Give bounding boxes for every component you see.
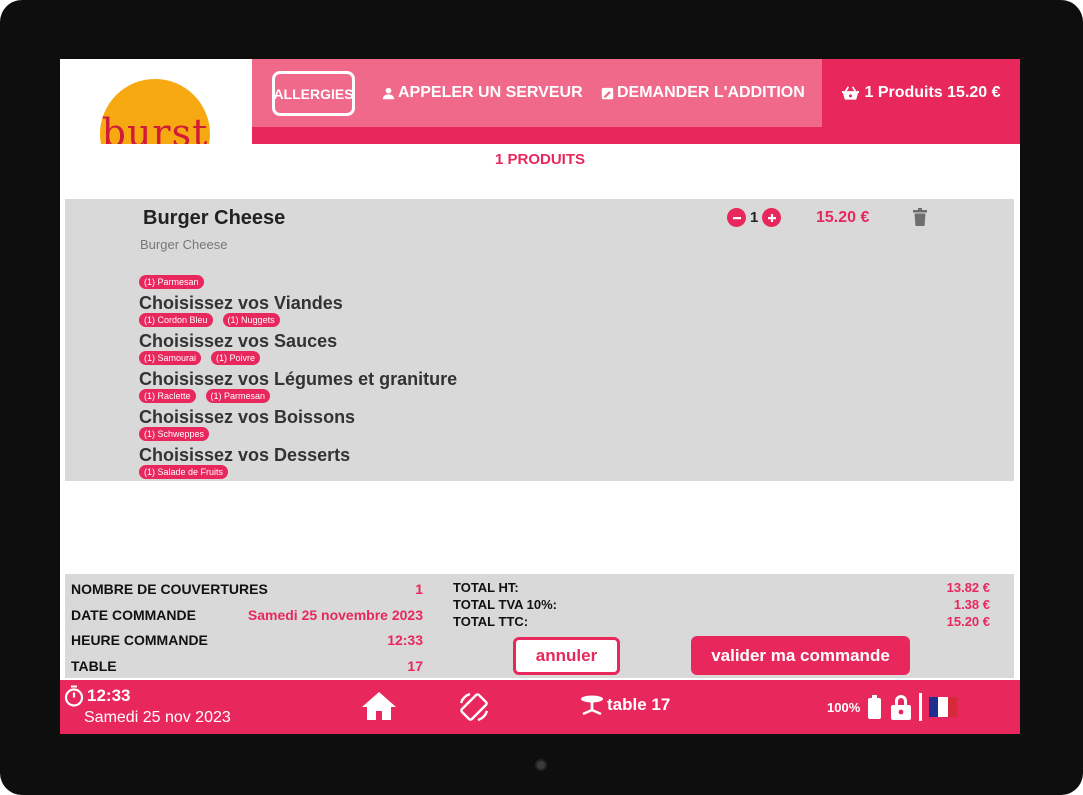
trash-icon[interactable] <box>913 208 927 231</box>
clock: 12:33 <box>64 685 130 707</box>
group-title: Choisissez vos Sauces <box>139 331 338 351</box>
logo-text: burst <box>101 111 209 144</box>
group-title: Choisissez vos Légumes et graniture <box>139 369 458 389</box>
info-row-table: TABLE 17 <box>71 658 423 674</box>
call-waiter-label: APPELER UN SERVEUR <box>398 84 583 101</box>
cart-label: 1 Produits 15.20 € <box>864 84 1001 101</box>
basket-icon <box>842 86 860 100</box>
footer-bar: 12:33 Samedi 25 nov 2023 table 17 100% <box>60 680 1020 734</box>
total-value: 15.20 € <box>946 614 990 629</box>
battery-icon <box>868 695 881 724</box>
option-chip: (1) Salade de Fruits <box>139 465 229 479</box>
group-title: Choisissez vos Viandes <box>139 293 343 313</box>
group-options: (1) Salade de Fruits <box>139 465 457 481</box>
quantity-value: 1 <box>750 209 759 226</box>
option-chip: (1) Raclette <box>139 389 196 403</box>
quantity-stepper: 1 <box>727 208 782 227</box>
info-label: HEURE COMMANDE <box>71 632 208 648</box>
receipt-icon <box>601 87 614 99</box>
group-options: (1) Cordon Bleu (1) Nuggets <box>139 313 457 329</box>
info-value: 1 <box>415 581 423 597</box>
total-ht-row: TOTAL HT: 13.82 € <box>453 580 990 597</box>
cart-summary-button[interactable]: 1 Produits 15.20 € <box>822 59 1020 127</box>
header-subbar <box>252 127 1020 144</box>
info-value: 12:33 <box>387 632 423 648</box>
lock-icon[interactable] <box>890 694 912 725</box>
table-indicator[interactable]: table 17 <box>580 695 670 715</box>
option-chip: (1) Samourai <box>139 351 202 365</box>
cart-item: Burger Cheese Burger Cheese 1 15.20 € (1… <box>65 199 1014 481</box>
person-icon <box>382 87 395 99</box>
group-title: Choisissez vos Boissons <box>139 407 356 427</box>
france-flag-icon[interactable] <box>929 697 957 717</box>
request-bill-button[interactable]: DEMANDER L'ADDITION <box>601 81 805 105</box>
option-chip: (1) Parmesan <box>205 389 271 403</box>
product-name: Burger Cheese <box>143 207 286 229</box>
total-value: 1.38 € <box>953 597 990 612</box>
stopwatch-icon <box>64 685 84 707</box>
total-label: TOTAL TTC: <box>453 614 529 629</box>
info-label: DATE COMMANDE <box>71 607 196 623</box>
option-chip: (1) Nuggets <box>222 313 280 327</box>
info-value: Samedi 25 novembre 2023 <box>247 607 423 623</box>
confirm-order-button[interactable]: valider ma commande <box>691 636 910 675</box>
group-options: (1) Raclette (1) Parmesan <box>139 389 457 405</box>
total-ttc-row: TOTAL TTC: 15.20 € <box>453 614 990 631</box>
total-label: TOTAL TVA 10%: <box>453 597 558 612</box>
total-value: 13.82 € <box>946 580 990 595</box>
logo[interactable]: burst <box>60 59 252 144</box>
home-icon[interactable] <box>361 691 397 726</box>
option-chip: (1) Schweppes <box>139 427 210 441</box>
group-title: Choisissez vos Desserts <box>139 445 351 465</box>
product-price: 15.20 € <box>816 209 870 226</box>
info-label: NOMBRE DE COUVERTURES <box>71 581 268 597</box>
call-waiter-button[interactable]: APPELER UN SERVEUR <box>382 81 583 105</box>
option-chip: (1) Cordon Bleu <box>139 313 213 327</box>
option-chip: (1) Poivre <box>211 351 261 365</box>
minus-icon[interactable] <box>727 208 746 227</box>
table-icon <box>581 695 603 715</box>
info-label: TABLE <box>71 658 117 674</box>
footer-date: Samedi 25 nov 2023 <box>84 709 231 726</box>
product-subtitle: Burger Cheese <box>140 237 228 252</box>
option-chip: (1) Parmesan <box>139 275 204 289</box>
cart-title: 1 PRODUITS <box>494 151 585 168</box>
totals-block: TOTAL HT: 13.82 € TOTAL TVA 10%: 1.38 € … <box>453 580 990 631</box>
info-value: 17 <box>407 658 423 674</box>
group-options: (1) Schweppes <box>139 427 457 443</box>
footer-divider <box>919 693 922 721</box>
app-screen: burst ALLERGIES APPELER UN SERVEUR DEMAN… <box>60 59 1020 734</box>
table-label: table 17 <box>607 695 671 714</box>
total-tva-row: TOTAL TVA 10%: 1.38 € <box>453 597 990 614</box>
cancel-button[interactable]: annuler <box>513 637 620 675</box>
clock-time: 12:33 <box>87 686 131 705</box>
order-summary: NOMBRE DE COUVERTURES 1 DATE COMMANDE Sa… <box>65 574 1014 678</box>
info-row-covers: NOMBRE DE COUVERTURES 1 <box>71 581 423 597</box>
options-list: (1) Parmesan Choisissez vos Viandes (1) … <box>139 275 457 483</box>
allergies-button[interactable]: ALLERGIES <box>272 71 355 116</box>
info-row-time: HEURE COMMANDE 12:33 <box>71 632 423 648</box>
camera-icon <box>535 759 547 771</box>
base-options: (1) Parmesan <box>139 275 457 291</box>
info-row-date: DATE COMMANDE Samedi 25 novembre 2023 <box>71 607 423 623</box>
group-options: (1) Samourai (1) Poivre <box>139 351 457 367</box>
plus-icon[interactable] <box>762 208 782 227</box>
request-bill-label: DEMANDER L'ADDITION <box>617 84 805 101</box>
battery-percentage: 100% <box>827 700 861 715</box>
rotate-icon[interactable] <box>458 691 490 728</box>
total-label: TOTAL HT: <box>453 580 519 595</box>
